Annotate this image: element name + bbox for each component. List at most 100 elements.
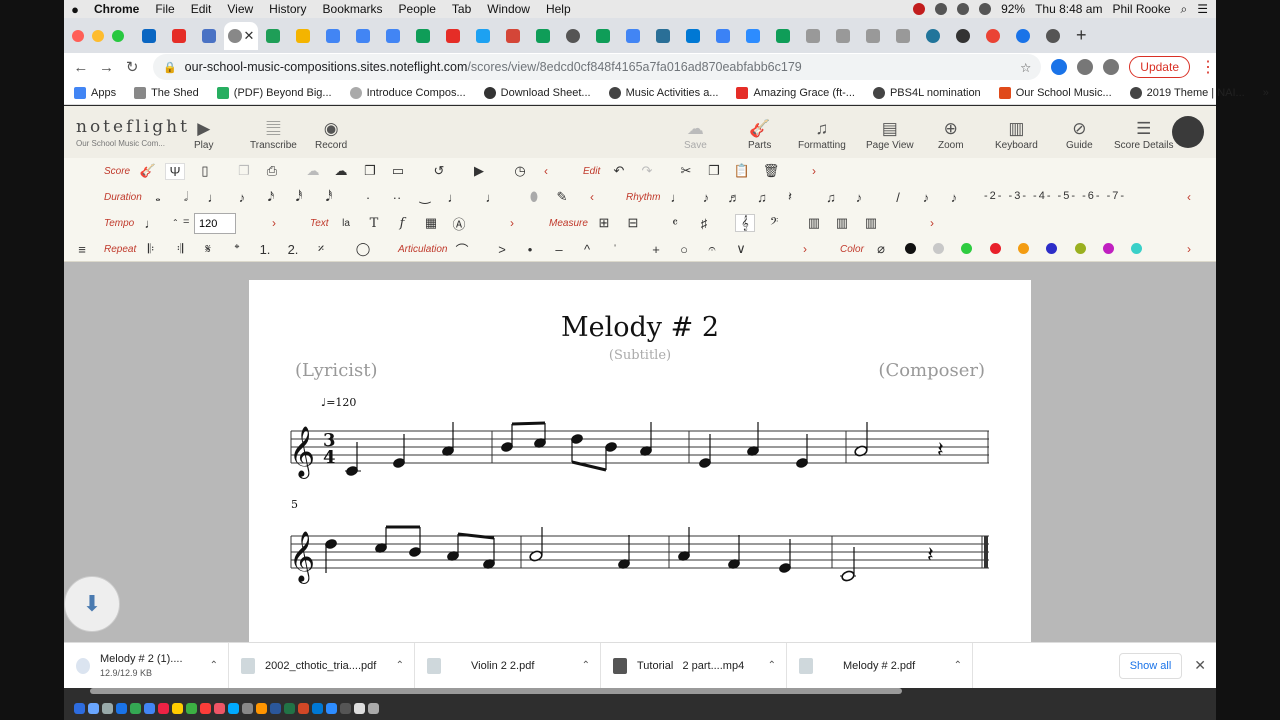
score-details-button[interactable]: ☰ Score Details bbox=[1114, 118, 1173, 151]
tab-youtube-2[interactable] bbox=[438, 22, 468, 50]
print-icon[interactable]: ⎙ bbox=[262, 163, 282, 179]
copy-icon[interactable]: ❐ bbox=[704, 163, 724, 179]
show-all-downloads-button[interactable]: Show all bbox=[1118, 652, 1183, 679]
segno-icon[interactable]: 𝄋 bbox=[198, 241, 218, 257]
tab-music-1[interactable] bbox=[798, 22, 828, 50]
repeat-start-icon[interactable]: 𝄆 bbox=[141, 241, 161, 257]
tab-music-2[interactable] bbox=[828, 22, 858, 50]
time-signature-icon[interactable]: 𝄴 bbox=[665, 215, 685, 231]
score-setup-icon[interactable]: ▯ bbox=[195, 163, 215, 179]
final-barline-icon[interactable]: ▥ bbox=[861, 215, 881, 231]
trash-icon[interactable] bbox=[368, 702, 379, 714]
lasso-icon[interactable]: ◯ bbox=[353, 241, 373, 257]
accent-icon[interactable]: > bbox=[492, 242, 512, 257]
prev-chevron-icon[interactable]: ‹ bbox=[590, 190, 594, 204]
formatting-button[interactable]: ♫ Formatting bbox=[798, 118, 846, 151]
cloud-download-icon[interactable]: ☁ bbox=[331, 163, 351, 179]
tab-google[interactable] bbox=[978, 22, 1008, 50]
tab-zoom[interactable] bbox=[738, 22, 768, 50]
powerpoint-icon[interactable] bbox=[298, 702, 309, 714]
evernote-icon[interactable] bbox=[957, 3, 970, 15]
back-arrow-icon[interactable]: ← bbox=[68, 59, 94, 76]
record-button[interactable]: ◉ Record bbox=[315, 118, 347, 151]
next-chevron-icon[interactable]: › bbox=[510, 216, 514, 230]
transcribe-button[interactable]: 𝄚 Transcribe bbox=[250, 118, 297, 151]
rhythm-sixteenth-icon[interactable]: ♬ bbox=[724, 190, 744, 205]
plus-icon[interactable]: + bbox=[646, 242, 666, 257]
color-swatch-gray[interactable] bbox=[933, 243, 944, 254]
music-app-icon[interactable] bbox=[200, 702, 211, 714]
marcato-icon[interactable]: ^ bbox=[577, 242, 597, 257]
rhythm-eighth-icon[interactable]: ♪ bbox=[696, 190, 716, 205]
menu-bookmarks[interactable]: Bookmarks bbox=[315, 2, 391, 16]
zoom-button[interactable]: ⊕ Zoom bbox=[938, 118, 964, 151]
page-view-button[interactable]: ▤ Page View bbox=[866, 118, 914, 151]
menu-edit[interactable]: Edit bbox=[183, 2, 220, 16]
horizontal-scrollbar[interactable] bbox=[90, 688, 902, 694]
tab-docs-2[interactable] bbox=[348, 22, 378, 50]
play-button[interactable]: ▶ Play bbox=[194, 118, 213, 151]
tuplet-3[interactable]: 3 bbox=[1014, 190, 1022, 202]
text-icon[interactable]: T bbox=[364, 216, 384, 231]
tab-youtube[interactable] bbox=[164, 22, 194, 50]
slash-note-icon[interactable]: ♪ bbox=[916, 190, 936, 205]
treble-clef-icon[interactable]: 𝄞 bbox=[289, 531, 315, 584]
paste-icon[interactable]: 📋 bbox=[732, 163, 752, 179]
prev-chevron-icon[interactable]: ‹ bbox=[544, 164, 548, 178]
treble-clef-icon[interactable]: 𝄞 bbox=[735, 214, 755, 232]
tab-sync[interactable] bbox=[1008, 22, 1038, 50]
word-icon[interactable] bbox=[270, 702, 281, 714]
voice-icon[interactable]: ♩ bbox=[482, 190, 502, 205]
close-window-button[interactable] bbox=[72, 29, 84, 42]
staff-notation[interactable]: 𝄞 3 4 𝄽 𝄞 𝄽 bbox=[249, 280, 1031, 642]
tempo-dropdown-icon[interactable]: ⌃ bbox=[172, 218, 179, 227]
zoom-app-icon[interactable] bbox=[326, 702, 337, 714]
download-fab-button[interactable]: ⬇ bbox=[64, 576, 120, 632]
copy-score-icon[interactable]: ❐ bbox=[234, 163, 254, 179]
user-name[interactable]: Phil Rooke bbox=[1112, 2, 1170, 16]
bookmark-star-icon[interactable]: ☆ bbox=[1020, 60, 1031, 75]
slash-icon[interactable]: / bbox=[888, 190, 908, 205]
tab-hangouts[interactable] bbox=[258, 22, 288, 50]
half-note-icon[interactable]: 𝅗𝅥 bbox=[176, 189, 196, 205]
rhythm-quarter-icon[interactable]: ♩ bbox=[667, 190, 687, 205]
notification-center-icon[interactable]: ☰ bbox=[1197, 2, 1208, 16]
tab-screenshot[interactable] bbox=[648, 22, 678, 50]
bookmark-beyond-big[interactable]: (PDF) Beyond Big... bbox=[216, 86, 332, 99]
minimize-window-button[interactable] bbox=[92, 29, 104, 42]
tuning-fork-icon[interactable]: Ψ bbox=[165, 162, 185, 180]
score-page[interactable]: Melody # 2 (Subtitle) (Lyricist) (Compos… bbox=[249, 280, 1031, 642]
bookmark-introduce-compos[interactable]: Introduce Compos... bbox=[349, 86, 466, 99]
close-tab-icon[interactable]: ✕ bbox=[244, 28, 255, 44]
profile-avatar-icon[interactable] bbox=[1103, 59, 1120, 75]
tab-docs-1[interactable] bbox=[318, 22, 348, 50]
tab-web-2[interactable] bbox=[1038, 22, 1068, 50]
thirty-second-note-icon[interactable]: 𝅘𝅥𝅰 bbox=[319, 189, 339, 205]
tab-noteflight-active[interactable]: ✕ bbox=[224, 21, 258, 50]
tuplet-5[interactable]: 5 bbox=[1063, 190, 1071, 202]
lyrics-icon[interactable]: la bbox=[336, 218, 356, 229]
tab-web-1[interactable] bbox=[558, 22, 588, 50]
repeat-bar-icon[interactable]: 𝄎 bbox=[311, 241, 331, 257]
tab-wordpress[interactable] bbox=[918, 22, 948, 50]
harmonic-icon[interactable]: ○ bbox=[674, 242, 694, 257]
next-chevron-icon[interactable]: › bbox=[930, 216, 934, 230]
tempo-input[interactable]: 120 bbox=[194, 213, 236, 234]
more-bookmarks-icon[interactable]: » bbox=[1263, 87, 1269, 99]
chord-diagram-icon[interactable]: ▦ bbox=[421, 215, 441, 231]
wifi-icon[interactable] bbox=[979, 3, 992, 15]
terminal-icon[interactable] bbox=[340, 702, 351, 714]
next-chevron-icon[interactable]: › bbox=[812, 164, 816, 178]
trash-icon[interactable]: 🗑 bbox=[761, 163, 781, 179]
quarter-rest-icon[interactable]: 𝄽 bbox=[927, 543, 934, 568]
bass-clef-icon[interactable]: 𝄢 bbox=[764, 215, 784, 231]
launchpad-icon[interactable] bbox=[102, 702, 113, 714]
tab-docs-3[interactable] bbox=[378, 22, 408, 50]
chrome-icon[interactable] bbox=[130, 702, 141, 714]
tie-icon[interactable]: ‿ bbox=[415, 189, 435, 205]
barline-icon[interactable]: ▥ bbox=[804, 215, 824, 231]
staff-system-1[interactable] bbox=[290, 430, 989, 464]
settings-icon[interactable] bbox=[242, 702, 253, 714]
beam-break-icon[interactable]: ♪ bbox=[849, 190, 869, 205]
chevron-up-icon[interactable]: ⌃ bbox=[210, 660, 218, 671]
